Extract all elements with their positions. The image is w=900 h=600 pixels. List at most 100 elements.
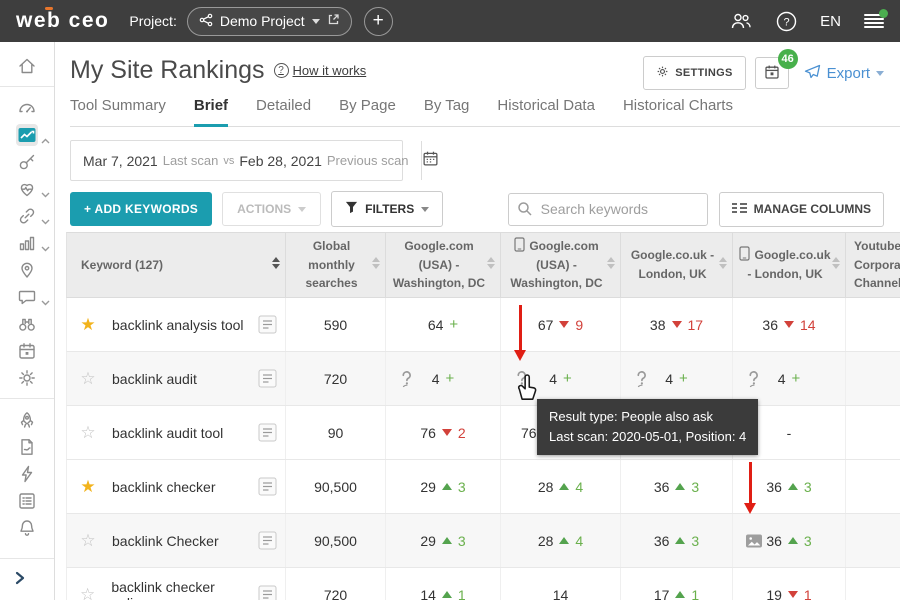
sort-icon[interactable]	[719, 257, 727, 269]
help-icon[interactable]: ?	[776, 11, 797, 32]
sidebar-item-reports[interactable]	[0, 433, 55, 460]
people-also-ask-icon[interactable]	[746, 370, 761, 388]
position-value: 36	[766, 479, 782, 495]
sidebar-item-local[interactable]	[0, 256, 55, 283]
rank-change-value: 1	[691, 587, 699, 600]
tab-historical-data[interactable]: Historical Data	[497, 97, 595, 126]
open-project-icon[interactable]	[327, 13, 340, 29]
rank-change-value: 4	[575, 533, 583, 549]
scan-calendar-button[interactable]: 46	[755, 57, 789, 89]
sidebar-item-social[interactable]	[0, 283, 55, 310]
scan-date-selector[interactable]: Mar 7, 2021 Last scan vs Feb 28, 2021 Pr…	[70, 140, 403, 181]
sidebar-item-backlinks[interactable]	[0, 202, 55, 229]
date-picker-button[interactable]	[421, 141, 439, 180]
star-outline-icon[interactable]: ☆	[76, 585, 99, 600]
sidebar-item-competitors[interactable]	[0, 310, 55, 337]
search-input[interactable]	[508, 193, 708, 226]
position-value: 4	[665, 371, 673, 387]
tabs: Tool Summary Brief Detailed By Page By T…	[70, 97, 900, 127]
rank-up-icon	[559, 483, 569, 490]
sidebar-item-quick-audit[interactable]	[0, 460, 55, 487]
users-icon[interactable]	[729, 12, 753, 30]
add-to-watch-icon[interactable]: +	[679, 370, 688, 387]
sort-icon[interactable]	[272, 257, 280, 269]
sort-icon[interactable]	[607, 257, 615, 269]
people-also-ask-icon[interactable]	[399, 370, 414, 388]
sidebar-item-site-audit[interactable]	[0, 175, 55, 202]
sidebar-item-home[interactable]	[0, 52, 55, 79]
keyword-text[interactable]: backlink audit tool	[112, 425, 223, 441]
rank-cell: 141	[386, 568, 501, 600]
rank-up-icon	[442, 591, 452, 598]
keyword-text[interactable]: backlink analysis tool	[112, 317, 244, 333]
keyword-note-icon[interactable]	[258, 531, 277, 550]
tab-historical-charts[interactable]: Historical Charts	[623, 97, 733, 126]
sidebar-item-dashboard[interactable]	[0, 94, 55, 121]
keyword-note-icon[interactable]	[258, 423, 277, 442]
settings-button[interactable]: SETTINGS	[643, 56, 745, 90]
rank-down-icon	[788, 591, 798, 598]
keyword-note-icon[interactable]	[258, 369, 277, 388]
column-header[interactable]: Google.co.uk - London, UK	[621, 233, 733, 297]
actions-button: ACTIONS	[222, 192, 321, 226]
add-to-watch-icon[interactable]: +	[449, 316, 458, 333]
tab-brief[interactable]: Brief	[194, 97, 228, 126]
star-filled-icon[interactable]: ★	[76, 315, 100, 335]
add-to-watch-icon[interactable]: +	[563, 370, 572, 387]
webceo-logo[interactable]: web ceo	[16, 9, 109, 33]
keyword-text[interactable]: backlink Checker	[112, 533, 219, 549]
image-result-icon[interactable]	[746, 534, 762, 547]
sort-icon[interactable]	[487, 257, 495, 269]
calendar-icon	[16, 340, 38, 362]
sort-icon[interactable]	[372, 257, 380, 269]
project-selector[interactable]: Demo Project	[187, 7, 352, 36]
keyword-text[interactable]: backlink checker online	[111, 579, 252, 600]
manage-columns-button[interactable]: MANAGE COLUMNS	[719, 192, 884, 227]
column-header[interactable]: Global monthly searches	[286, 233, 386, 297]
column-header[interactable]: Google.co.uk - London, UK	[733, 233, 846, 297]
tab-detailed[interactable]: Detailed	[256, 97, 311, 126]
sort-icon[interactable]	[832, 257, 840, 269]
star-outline-icon[interactable]: ☆	[76, 423, 100, 443]
column-header[interactable]: Google.com (USA) - Washington, DC	[386, 233, 501, 297]
sidebar-item-alerts[interactable]	[0, 514, 55, 541]
sidebar-expand-button[interactable]	[0, 558, 54, 590]
column-header[interactable]: Keyword (127)	[67, 233, 286, 297]
how-it-works-link[interactable]: ? How it works	[274, 63, 367, 78]
menu-icon[interactable]	[864, 14, 884, 28]
star-outline-icon[interactable]: ☆	[76, 369, 100, 389]
annotation-arrow-image-result	[749, 462, 752, 504]
column-header[interactable]: Youtube Corporate Channel	[846, 233, 900, 297]
add-project-button[interactable]: +	[364, 7, 393, 36]
add-to-watch-icon[interactable]: +	[792, 370, 801, 387]
keyword-text[interactable]: backlink audit	[112, 371, 197, 387]
sidebar-item-rankings[interactable]	[0, 121, 55, 148]
tab-by-tag[interactable]: By Tag	[424, 97, 470, 126]
sidebar-item-settings[interactable]	[0, 364, 55, 391]
sidebar-item-tasks[interactable]	[0, 487, 55, 514]
keyword-note-icon[interactable]	[258, 315, 277, 334]
sidebar-item-keywords[interactable]	[0, 148, 55, 175]
binoculars-icon	[16, 313, 38, 335]
export-button[interactable]: Export	[804, 64, 884, 83]
add-keywords-button[interactable]: + ADD KEYWORDS	[70, 192, 212, 226]
sidebar-item-traffic[interactable]	[0, 229, 55, 256]
keyword-note-icon[interactable]	[258, 477, 277, 496]
rank-change-value: 3	[691, 479, 699, 495]
sidebar-item-planner[interactable]	[0, 337, 55, 364]
star-outline-icon[interactable]: ☆	[76, 531, 100, 551]
tab-tool-summary[interactable]: Tool Summary	[70, 97, 166, 126]
sidebar-item-launch[interactable]	[0, 406, 55, 433]
tab-by-page[interactable]: By Page	[339, 97, 396, 126]
people-also-ask-icon[interactable]	[634, 370, 649, 388]
star-filled-icon[interactable]: ★	[76, 477, 100, 497]
column-header[interactable]: Google.com (USA) - Washington, DC	[501, 233, 621, 297]
filters-button[interactable]: FILTERS	[331, 191, 443, 227]
keyword-text[interactable]: backlink checker	[112, 479, 216, 495]
add-to-watch-icon[interactable]: +	[446, 370, 455, 387]
position-value: 28	[538, 533, 554, 549]
keyword-cell: ☆ backlink audit tool	[67, 406, 286, 459]
language-selector[interactable]: EN	[820, 13, 841, 30]
position-value: 64	[428, 317, 444, 333]
keyword-note-icon[interactable]	[258, 585, 277, 600]
